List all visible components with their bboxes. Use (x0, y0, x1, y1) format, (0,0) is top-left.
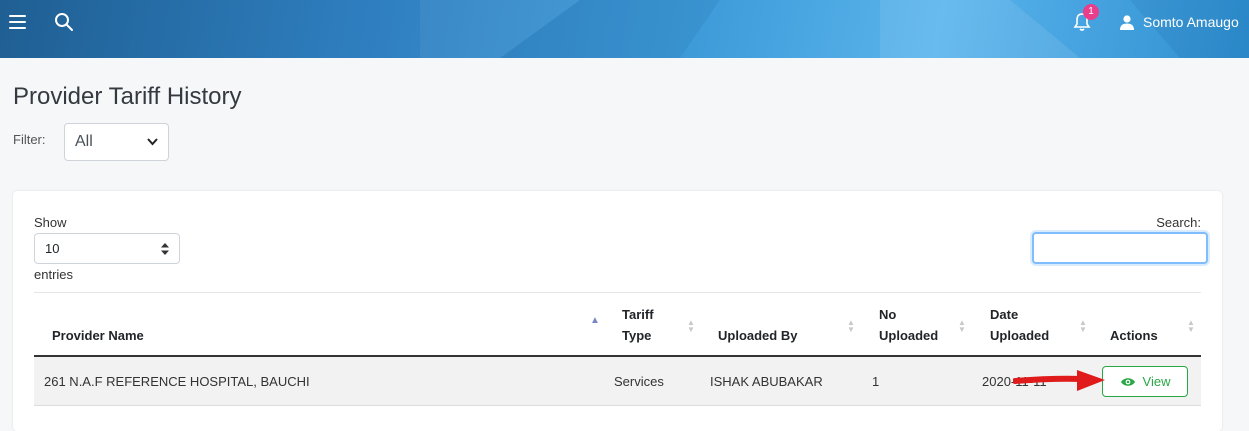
entries-select[interactable]: 10 (34, 233, 180, 264)
cell-no-uploaded: 1 (872, 374, 880, 389)
header-decoration (420, 0, 720, 58)
column-header-provider-name[interactable]: Provider Name (52, 325, 144, 346)
arrow-right-icon (1013, 370, 1105, 391)
table-search-input[interactable] (1032, 232, 1208, 264)
column-header-tariff-type[interactable]: Tariff Type (622, 304, 654, 346)
sort-icon: ▲ ▼ (687, 318, 695, 334)
search-label: Search: (1156, 215, 1201, 230)
user-menu[interactable]: Somto Amaugo (1120, 14, 1239, 30)
filter-select[interactable]: All (64, 123, 169, 161)
cell-provider-name: 261 N.A.F REFERENCE HOSPITAL, BAUCHI (44, 374, 310, 389)
entries-selected-value: 10 (45, 241, 60, 256)
sort-icon: ▲ ▼ (1187, 318, 1195, 334)
sort-asc-icon: ▲ (590, 315, 600, 326)
column-header-no-uploaded[interactable]: No Uploaded (879, 304, 938, 346)
user-name: Somto Amaugo (1143, 14, 1239, 30)
sort-updown-icon (161, 242, 169, 255)
search-icon[interactable] (54, 12, 74, 32)
filter-selected-value: All (75, 133, 93, 150)
sort-icon: ▲ ▼ (958, 318, 966, 334)
filter-label: Filter: (13, 132, 46, 147)
column-header-date-uploaded[interactable]: Date Uploaded (990, 304, 1049, 346)
tariff-table-card: Show 10 entries Search: Provider Name ▲ … (13, 191, 1222, 431)
hamburger-icon[interactable] (9, 15, 26, 29)
view-button[interactable]: View (1102, 366, 1188, 397)
divider (34, 292, 1201, 293)
top-navbar: 1 Somto Amaugo (0, 0, 1249, 58)
view-button-label: View (1142, 374, 1171, 389)
entries-label: entries (34, 267, 74, 282)
user-icon (1120, 14, 1134, 30)
eye-icon (1120, 377, 1135, 386)
sort-icon: ▲ ▼ (847, 318, 855, 334)
cell-uploaded-by: ISHAK ABUBAKAR (710, 374, 823, 389)
cell-tariff-type: Services (614, 374, 664, 389)
column-header-uploaded-by[interactable]: Uploaded By (718, 325, 797, 346)
column-header-actions[interactable]: Actions (1110, 325, 1158, 346)
chevron-down-icon (147, 138, 158, 146)
page-title: Provider Tariff History (13, 83, 242, 110)
notification-badge: 1 (1083, 4, 1099, 20)
show-label: Show (34, 215, 67, 230)
sort-icon: ▲ ▼ (1079, 318, 1087, 334)
